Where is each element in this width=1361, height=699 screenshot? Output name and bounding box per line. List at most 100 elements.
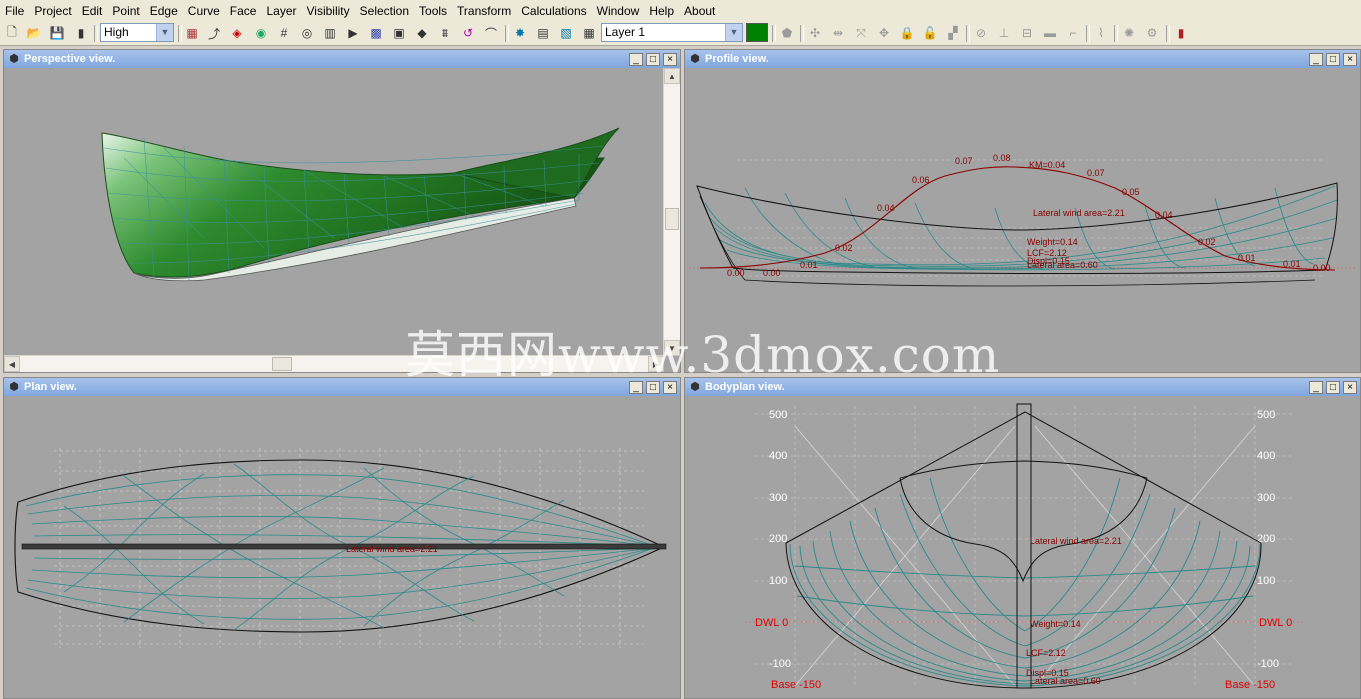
remove-points-icon[interactable]: ✥ — [875, 24, 893, 42]
window-icon: ⬢ — [9, 381, 19, 393]
control-net-icon[interactable]: ▦ — [183, 24, 201, 42]
menu-item-curve[interactable]: Curve — [183, 0, 225, 22]
station-value-label: 0.06 — [912, 175, 930, 185]
waterlines-icon[interactable]: ▩ — [367, 24, 385, 42]
grid-icon[interactable]: # — [275, 24, 293, 42]
minimize-button[interactable]: _ — [629, 52, 643, 66]
weight-label: Weight=0.14 — [1027, 237, 1078, 247]
chevron-down-icon: ▼ — [725, 24, 742, 41]
station-value-label: 0.07 — [1087, 168, 1105, 178]
shade-icon[interactable]: ◈ — [228, 24, 246, 42]
maximize-button[interactable]: □ — [646, 52, 660, 66]
station-value-label: 0.05 — [1122, 187, 1140, 197]
crease-icon[interactable]: ⌐ — [1064, 24, 1082, 42]
vertical-scrollbar[interactable]: ▲ ▼ — [663, 68, 680, 356]
layer-grid-icon[interactable]: ▦ — [580, 24, 598, 42]
close-button[interactable]: × — [1343, 380, 1357, 394]
collapse-edge-icon[interactable]: ▬ — [1041, 24, 1059, 42]
bodyplan-canvas[interactable]: 500 400 300 200 100 -100 500 400 300 200… — [685, 396, 1360, 698]
buttocks-icon[interactable]: ▶ — [344, 24, 362, 42]
diagonals-icon[interactable]: ▣ — [390, 24, 408, 42]
flip-icon[interactable]: ⚙ — [1143, 24, 1161, 42]
active-layer-icon[interactable]: ▧ — [557, 24, 575, 42]
add-point-icon[interactable]: ✣ — [806, 24, 824, 42]
edge-icon[interactable]: ⊘ — [972, 24, 990, 42]
wireframe-icon[interactable]: ◎ — [298, 24, 316, 42]
profile-titlebar[interactable]: ⬢ Profile view. _ □ × — [685, 50, 1360, 68]
close-button[interactable]: × — [663, 52, 677, 66]
layer-properties-icon[interactable]: ▤ — [534, 24, 552, 42]
station-value-label: 0.00 — [763, 268, 781, 278]
plan-window[interactable]: ⬢ Plan view. _ □ × Lateral wind area=2.2… — [3, 377, 681, 699]
extrude-icon[interactable]: ⊥ — [995, 24, 1013, 42]
bodyplan-wind-area-label: Lateral wind area=2.21 — [1030, 536, 1122, 546]
menu-item-project[interactable]: Project — [29, 0, 76, 22]
menu-item-face[interactable]: Face — [225, 0, 262, 22]
window-icon: ⬢ — [690, 53, 700, 65]
plan-canvas[interactable]: Lateral wind area=2.21 — [4, 396, 680, 698]
station-value-label: 0.00 — [1313, 263, 1331, 273]
menu-item-tools[interactable]: Tools — [414, 0, 452, 22]
minimize-button[interactable]: _ — [1309, 380, 1323, 394]
unlock-icon[interactable]: 🔓 — [921, 24, 939, 42]
perspective-canvas[interactable] — [4, 68, 664, 356]
close-button[interactable]: × — [1343, 52, 1357, 66]
precision-select[interactable]: High ▼ — [100, 23, 174, 42]
stations-icon[interactable]: ▥ — [321, 24, 339, 42]
layer-color-swatch[interactable] — [746, 23, 768, 42]
menu-item-window[interactable]: Window — [592, 0, 645, 22]
interior-edges-icon[interactable]: ⤴ — [205, 24, 223, 42]
maximize-button[interactable]: □ — [1326, 52, 1340, 66]
precision-value: High — [104, 25, 129, 39]
layer-select[interactable]: Layer 1 ▼ — [601, 23, 743, 42]
exit-icon[interactable]: ▮ — [1172, 24, 1190, 42]
menu-item-help[interactable]: Help — [644, 0, 679, 22]
window-icon: ⬢ — [9, 53, 19, 65]
unlock-all-icon[interactable]: ▞ — [944, 24, 962, 42]
curvature-icon[interactable]: ◉ — [252, 24, 270, 42]
y-tick-100: 100 — [769, 575, 787, 587]
face-icon[interactable]: ✺ — [1120, 24, 1138, 42]
minimize-button[interactable]: _ — [1309, 52, 1323, 66]
export-icon[interactable]: ▮ — [72, 24, 90, 42]
y-tick-300: 300 — [769, 492, 787, 504]
menu-item-calculations[interactable]: Calculations — [516, 0, 591, 22]
collapse-point-icon[interactable]: ⤧ — [852, 24, 870, 42]
hydrostatics-icon[interactable]: ✸ — [511, 24, 529, 42]
menu-item-about[interactable]: About — [679, 0, 720, 22]
open-folder-icon[interactable]: 📂 — [25, 24, 43, 42]
menu-item-transform[interactable]: Transform — [452, 0, 516, 22]
split-edge-icon[interactable]: ⊟ — [1018, 24, 1036, 42]
scroll-thumb[interactable] — [665, 208, 679, 230]
scroll-up-icon[interactable]: ▲ — [664, 68, 680, 84]
station-value-label: 0.01 — [1283, 259, 1301, 269]
y-tick-400: 400 — [769, 450, 787, 462]
menu-item-visibility[interactable]: Visibility — [302, 0, 355, 22]
lock-icon[interactable]: 🔒 — [898, 24, 916, 42]
curvature-plot-icon[interactable]: ↺ — [459, 24, 477, 42]
bodyplan-drawing: 500 400 300 200 100 -100 500 400 300 200… — [745, 403, 1305, 691]
menu-item-file[interactable]: File — [0, 0, 29, 22]
bodyplan-window[interactable]: ⬢ Bodyplan view. _ □ × 500 400 300 200 1… — [684, 377, 1361, 699]
bodyplan-lateral-area-label: Lateral area=0.60 — [1030, 676, 1101, 686]
station-value-label: 0.01 — [1238, 253, 1256, 263]
fairing-icon[interactable]: ⩩ — [436, 24, 454, 42]
menu-item-selection[interactable]: Selection — [355, 0, 414, 22]
scroll-left-icon[interactable]: ◀ — [4, 356, 20, 372]
markers-icon[interactable]: ◆ — [413, 24, 431, 42]
menu-item-edit[interactable]: Edit — [77, 0, 108, 22]
menu-item-point[interactable]: Point — [107, 0, 144, 22]
menu-item-edge[interactable]: Edge — [145, 0, 183, 22]
new-file-icon[interactable]: 🗋 — [3, 24, 21, 42]
save-icon[interactable]: 💾 — [48, 24, 66, 42]
maximize-button[interactable]: □ — [1326, 380, 1340, 394]
menu-item-layer[interactable]: Layer — [261, 0, 301, 22]
flowlines-icon[interactable]: ⌒ — [482, 24, 500, 42]
perspective-titlebar[interactable]: ⬢ Perspective view. _ □ × — [4, 50, 680, 68]
point-icon[interactable]: ⬟ — [778, 24, 796, 42]
chevron-down-icon: ▼ — [156, 24, 173, 41]
curve-icon[interactable]: ⌇ — [1092, 24, 1110, 42]
y-tick-minus-100: -100 — [769, 658, 791, 670]
align-points-icon[interactable]: ⇹ — [829, 24, 847, 42]
scroll-thumb[interactable] — [272, 357, 292, 371]
